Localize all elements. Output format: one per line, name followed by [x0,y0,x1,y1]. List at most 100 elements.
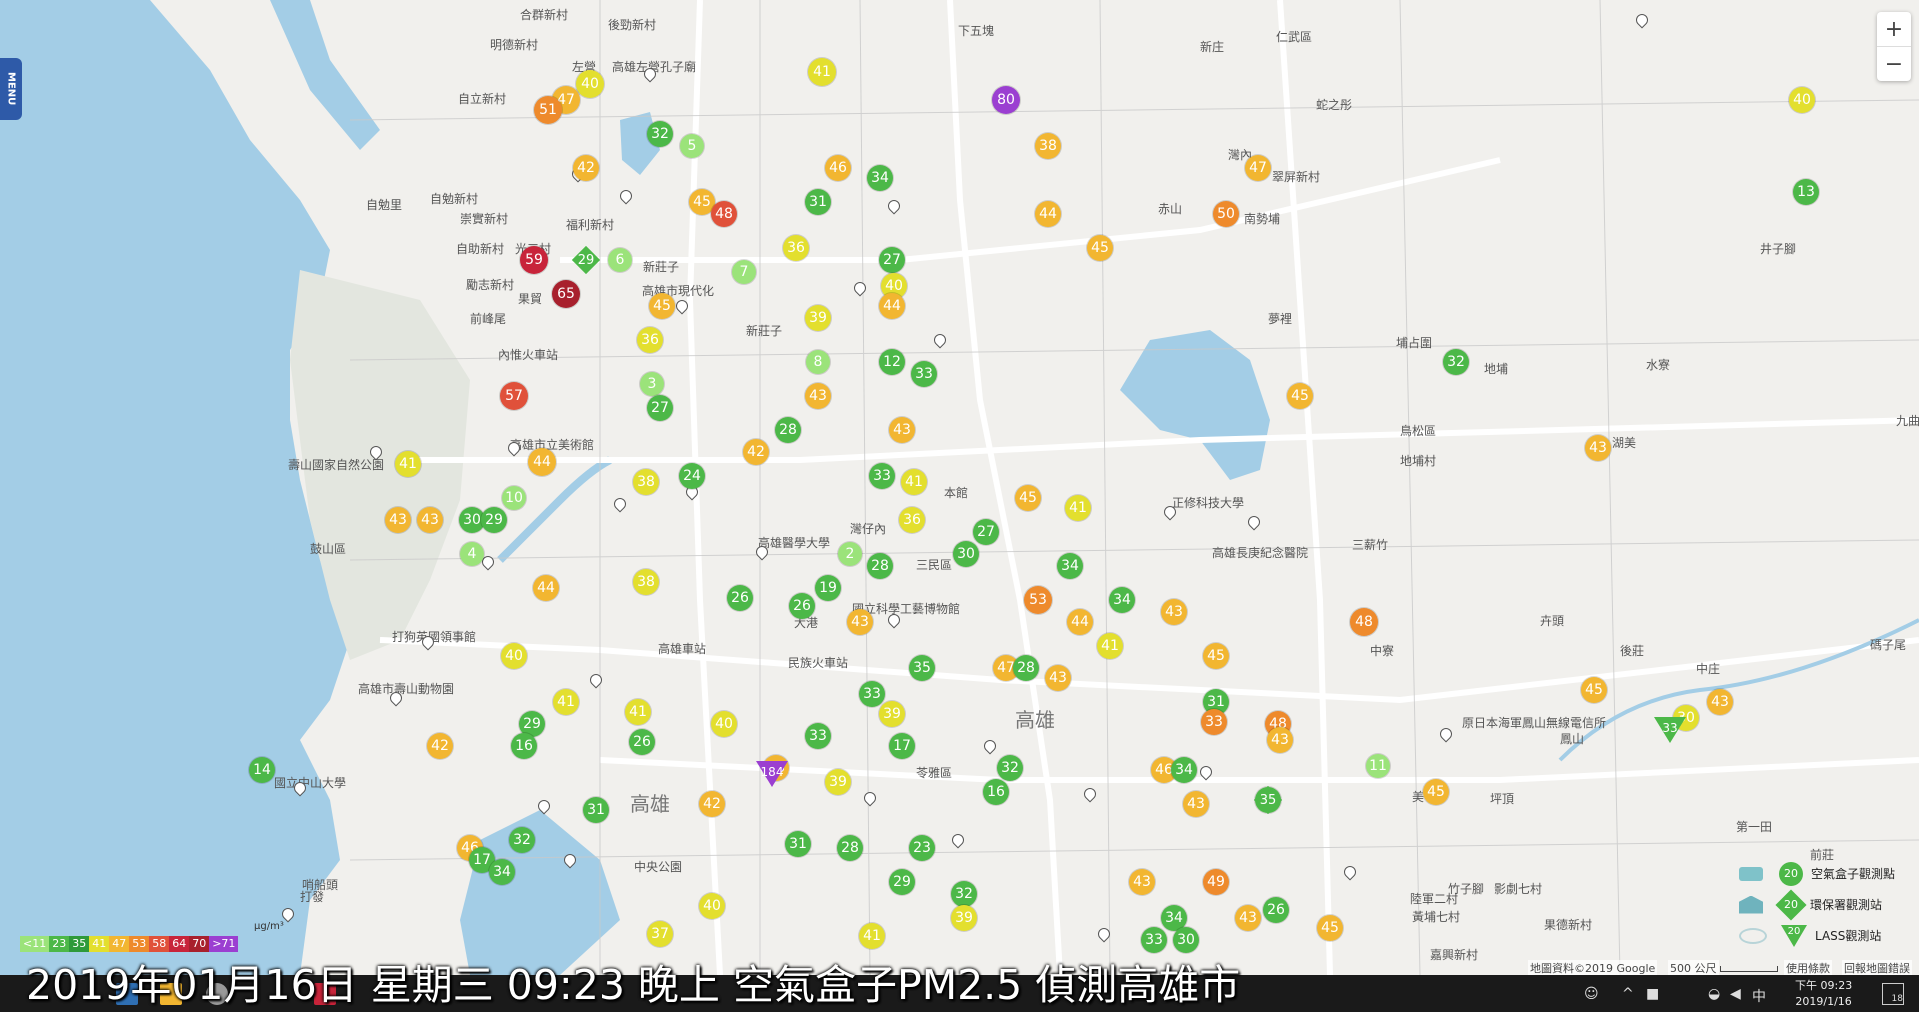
airbox-station-marker[interactable]: 43 [1235,905,1261,931]
airbox-station-marker[interactable]: 39 [805,305,831,331]
airbox-station-marker[interactable]: 45 [1287,383,1313,409]
airbox-station-marker[interactable]: 7 [732,260,756,284]
lamp-pin-icon[interactable] [611,495,629,514]
epa-station-marker[interactable]: 29 [571,245,601,275]
lamp-pin-icon[interactable] [479,553,497,572]
airbox-station-marker[interactable]: 43 [417,507,443,533]
lamp-pin-icon[interactable] [1341,863,1359,882]
airbox-station-marker[interactable]: 36 [783,235,809,261]
airbox-station-marker[interactable]: 24 [679,463,705,489]
lamp-pin-icon[interactable] [931,331,949,350]
airbox-station-marker[interactable]: 33 [1201,709,1227,735]
airbox-station-marker[interactable]: 40 [711,711,737,737]
lamp-pin-icon[interactable] [1161,503,1179,522]
airbox-station-marker[interactable]: 41 [901,469,927,495]
airbox-station-marker[interactable]: 32 [951,881,977,907]
airbox-station-marker[interactable]: 43 [1267,727,1293,753]
airbox-station-marker[interactable]: 19 [815,575,841,601]
airbox-station-marker[interactable]: 37 [647,921,673,947]
map-background[interactable] [0,0,1919,1012]
lamp-pin-icon[interactable] [1081,785,1099,804]
airbox-station-marker[interactable]: 38 [633,469,659,495]
airbox-station-marker[interactable]: 39 [879,701,905,727]
airbox-station-marker[interactable]: 41 [1065,495,1091,521]
airbox-station-marker[interactable]: 28 [1013,655,1039,681]
airbox-station-marker[interactable]: 45 [1203,643,1229,669]
airbox-station-marker[interactable]: 48 [711,201,737,227]
airbox-station-marker[interactable]: 23 [909,835,935,861]
lamp-pin-icon[interactable] [641,65,659,84]
lamp-pin-icon[interactable] [861,789,879,808]
airbox-station-marker[interactable]: 43 [1183,791,1209,817]
airbox-station-marker[interactable]: 47 [1245,155,1271,181]
airbox-station-marker[interactable]: 32 [997,755,1023,781]
airbox-station-marker[interactable]: 5 [680,134,704,158]
airbox-station-marker[interactable]: 43 [1707,689,1733,715]
lass-station-marker[interactable]: 184 [756,761,788,787]
lamp-pin-icon[interactable] [419,633,437,652]
lamp-pin-icon[interactable] [505,439,523,458]
airbox-station-marker[interactable]: 45 [649,293,675,319]
airbox-station-marker[interactable]: 44 [1035,201,1061,227]
lamp-pin-icon[interactable] [885,611,903,630]
airbox-station-marker[interactable]: 36 [899,507,925,533]
airbox-station-marker[interactable]: 43 [1045,665,1071,691]
airbox-station-marker[interactable]: 34 [867,165,893,191]
security-icon[interactable]: ■ [1646,986,1659,1002]
airbox-station-marker[interactable]: 30 [1173,927,1199,953]
airbox-station-marker[interactable]: 33 [859,681,885,707]
airbox-station-marker[interactable]: 45 [1423,779,1449,805]
airbox-station-marker[interactable]: 33 [1141,927,1167,953]
lass-station-marker[interactable]: 33 [1654,717,1686,743]
airbox-station-marker[interactable]: 57 [500,382,528,410]
airbox-station-marker[interactable]: 12 [879,349,905,375]
airbox-station-marker[interactable]: 44 [533,575,559,601]
clock[interactable]: 下午 09:23 2019/1/16 [1795,978,1852,1010]
airbox-station-marker[interactable]: 32 [1443,349,1469,375]
lamp-pin-icon[interactable] [885,197,903,216]
airbox-station-marker[interactable]: 41 [625,699,651,725]
airbox-station-marker[interactable]: 10 [502,486,526,510]
airbox-station-marker[interactable]: 29 [481,507,507,533]
report-map-error-link[interactable]: 回報地圖錯誤 [1842,960,1912,976]
airbox-station-marker[interactable]: 50 [1213,201,1239,227]
airbox-station-marker[interactable]: 30 [953,541,979,567]
lamp-pin-icon[interactable] [981,737,999,756]
airbox-station-marker[interactable]: 39 [825,769,851,795]
airbox-station-marker[interactable]: 43 [1161,599,1187,625]
zoom-out-button[interactable]: − [1877,46,1911,81]
airbox-station-marker[interactable]: 42 [743,439,769,465]
airbox-station-marker[interactable]: 51 [534,96,562,124]
airbox-station-marker[interactable]: 34 [1171,757,1197,783]
airbox-station-marker[interactable]: 34 [1109,587,1135,613]
airbox-station-marker[interactable]: 43 [889,417,915,443]
lamp-pin-icon[interactable] [617,187,635,206]
airbox-station-marker[interactable]: 16 [511,733,537,759]
lamp-pin-icon[interactable] [753,543,771,562]
airbox-station-marker[interactable]: 29 [889,869,915,895]
airbox-station-marker[interactable]: 16 [983,779,1009,805]
airbox-station-marker[interactable]: 46 [825,155,851,181]
people-icon[interactable]: ☺ [1584,986,1599,1002]
lamp-pin-icon[interactable] [291,779,309,798]
terms-link[interactable]: 使用條款 [1784,960,1832,976]
airbox-station-marker[interactable]: 41 [1097,633,1123,659]
airbox-station-marker[interactable]: 17 [889,733,915,759]
chevron-up-icon[interactable]: ^ [1622,986,1634,1002]
airbox-station-marker[interactable]: 14 [249,757,275,783]
airbox-station-marker[interactable]: 26 [789,593,815,619]
airbox-station-marker[interactable]: 34 [1057,553,1083,579]
airbox-station-marker[interactable]: 26 [629,729,655,755]
airbox-station-marker[interactable]: 33 [805,723,831,749]
lamp-pin-icon[interactable] [561,851,579,870]
airbox-station-marker[interactable]: 3 [640,372,664,396]
map-canvas[interactable]: 合群新村 後勁新村 明德新村 左營 高雄左營孔子廟 自立新村 自勉里 自勉新村 崇實新村 自助新村… [0,0,1919,1012]
notification-icon[interactable]: 18 [1882,983,1904,1005]
lamp-pin-icon[interactable] [851,279,869,298]
network-icon[interactable]: ◒ [1708,986,1720,1002]
airbox-station-marker[interactable]: 13 [1793,179,1819,205]
airbox-station-marker[interactable]: 38 [633,569,659,595]
lamp-pin-icon[interactable] [587,671,605,690]
airbox-station-marker[interactable]: 31 [785,831,811,857]
airbox-station-marker[interactable]: 44 [879,293,905,319]
